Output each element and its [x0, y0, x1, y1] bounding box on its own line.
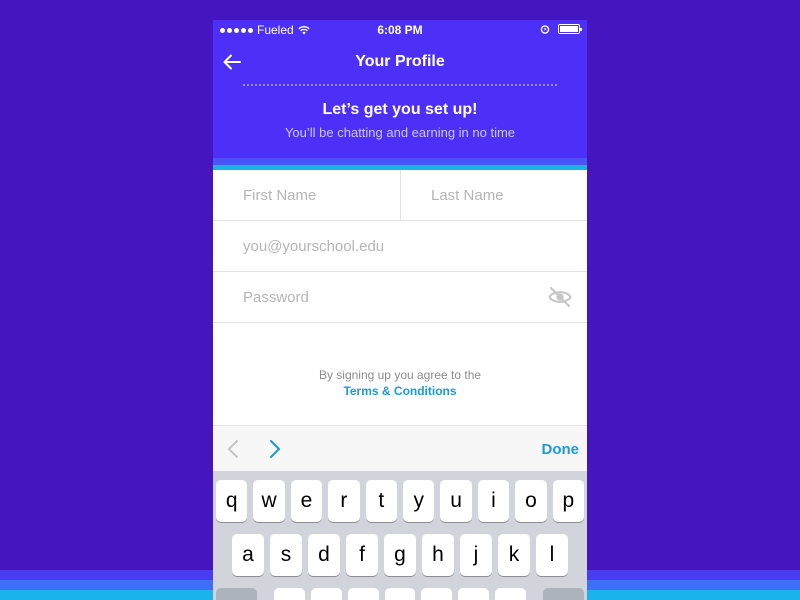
- header-stripe-blue: [213, 158, 587, 165]
- key-j[interactable]: j: [460, 534, 492, 576]
- key-t[interactable]: t: [365, 480, 397, 522]
- key-k[interactable]: k: [498, 534, 530, 576]
- key-o[interactable]: o: [515, 480, 547, 522]
- delete-key[interactable]: [543, 588, 585, 600]
- email-field[interactable]: [243, 221, 563, 271]
- chevron-right-icon[interactable]: [267, 438, 283, 460]
- keyboard-toolbar: Done: [213, 425, 587, 471]
- key-q[interactable]: q: [215, 480, 248, 522]
- page-title: Your Profile: [355, 53, 445, 70]
- eye-hidden-icon[interactable]: [548, 286, 572, 308]
- setup-title: Let’s get you set up!: [322, 101, 478, 118]
- password-row: [213, 272, 587, 323]
- status-right: [540, 24, 582, 34]
- header-divider: [243, 84, 557, 86]
- key-e[interactable]: e: [290, 480, 323, 522]
- key-r[interactable]: r: [328, 480, 360, 522]
- key-v[interactable]: [384, 588, 416, 600]
- setup-subtitle: You’ll be chatting and earning in no tim…: [284, 125, 516, 140]
- keyboard-row-2: a s d f g h j k l: [213, 534, 587, 576]
- keyboard-row-3: [213, 588, 587, 600]
- phone-screen: Fueled 6:08 PM Your Profile Let’s get yo…: [213, 20, 587, 600]
- key-h[interactable]: h: [422, 534, 454, 576]
- keyboard-row-1: q w e r t y u i o p: [213, 480, 587, 522]
- first-name-field[interactable]: [243, 170, 393, 220]
- email-row: [213, 221, 587, 272]
- shift-key[interactable]: [215, 588, 257, 600]
- profile-header: Fueled 6:08 PM Your Profile Let’s get yo…: [213, 20, 587, 170]
- key-w[interactable]: w: [253, 480, 285, 522]
- key-f[interactable]: f: [346, 534, 378, 576]
- terms-text: By signing up you agree to the: [318, 368, 482, 382]
- key-m[interactable]: [495, 588, 527, 600]
- key-p[interactable]: p: [552, 480, 585, 522]
- name-row: [213, 170, 587, 221]
- password-field[interactable]: [243, 272, 533, 322]
- terms-link[interactable]: Terms & Conditions: [213, 384, 587, 398]
- key-b[interactable]: [421, 588, 453, 600]
- key-s[interactable]: s: [270, 534, 302, 576]
- key-l[interactable]: l: [536, 534, 568, 576]
- key-i[interactable]: i: [477, 480, 510, 522]
- battery-icon: [558, 24, 582, 34]
- key-n[interactable]: [458, 588, 490, 600]
- key-a[interactable]: a: [232, 534, 264, 576]
- last-name-field[interactable]: [431, 170, 581, 220]
- key-y[interactable]: y: [403, 480, 435, 522]
- key-x[interactable]: [310, 588, 342, 600]
- chevron-left-icon[interactable]: [225, 438, 241, 460]
- key-g[interactable]: g: [384, 534, 416, 576]
- key-z[interactable]: [273, 588, 305, 600]
- done-button[interactable]: Done: [542, 441, 580, 458]
- key-u[interactable]: u: [440, 480, 472, 522]
- name-divider: [400, 170, 401, 220]
- alarm-icon: [540, 25, 550, 34]
- key-d[interactable]: d: [308, 534, 340, 576]
- status-bar: Fueled 6:08 PM: [213, 20, 587, 40]
- key-c[interactable]: [347, 588, 379, 600]
- keyboard: q w e r t y u i o p a s d f g h j k l: [213, 471, 587, 600]
- status-time: 6:08 PM: [377, 23, 423, 37]
